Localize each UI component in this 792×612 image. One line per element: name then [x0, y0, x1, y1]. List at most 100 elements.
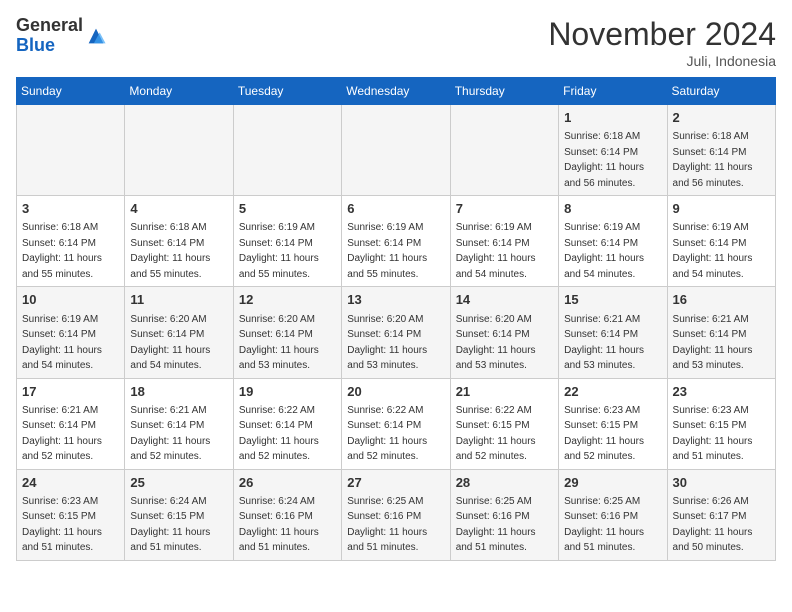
- day-info: Sunrise: 6:20 AM Sunset: 6:14 PM Dayligh…: [456, 314, 536, 372]
- day-info: Sunrise: 6:19 AM Sunset: 6:14 PM Dayligh…: [673, 222, 753, 280]
- calendar-header: SundayMondayTuesdayWednesdayThursdayFrid…: [17, 78, 776, 105]
- day-number: 15: [564, 291, 661, 309]
- day-info: Sunrise: 6:18 AM Sunset: 6:14 PM Dayligh…: [22, 222, 102, 280]
- day-number: 5: [239, 200, 336, 218]
- weekday-header-thursday: Thursday: [450, 78, 558, 105]
- day-number: 4: [130, 200, 227, 218]
- day-info: Sunrise: 6:22 AM Sunset: 6:15 PM Dayligh…: [456, 405, 536, 463]
- week-row-3: 10 Sunrise: 6:19 AM Sunset: 6:14 PM Dayli…: [17, 287, 776, 378]
- day-info: Sunrise: 6:24 AM Sunset: 6:16 PM Dayligh…: [239, 496, 319, 554]
- day-number: 9: [673, 200, 770, 218]
- day-cell-12: 12 Sunrise: 6:20 AM Sunset: 6:14 PM Dayli…: [233, 287, 341, 378]
- day-cell-17: 17Sunrise: 6:21 AM Sunset: 6:14 PM Dayli…: [17, 378, 125, 469]
- day-cell-3: 3 Sunrise: 6:18 AM Sunset: 6:14 PM Daylig…: [17, 196, 125, 287]
- day-number: 11: [130, 291, 227, 309]
- day-number: 22: [564, 383, 661, 401]
- week-row-2: 3 Sunrise: 6:18 AM Sunset: 6:14 PM Daylig…: [17, 196, 776, 287]
- weekday-header-wednesday: Wednesday: [342, 78, 450, 105]
- day-info: Sunrise: 6:19 AM Sunset: 6:14 PM Dayligh…: [22, 314, 102, 372]
- day-cell-2: 2Sunrise: 6:18 AM Sunset: 6:14 PM Daylig…: [667, 105, 775, 196]
- weekday-header-sunday: Sunday: [17, 78, 125, 105]
- day-info: Sunrise: 6:20 AM Sunset: 6:14 PM Dayligh…: [130, 314, 210, 372]
- day-info: Sunrise: 6:19 AM Sunset: 6:14 PM Dayligh…: [347, 222, 427, 280]
- day-number: 8: [564, 200, 661, 218]
- day-cell-1: 1 Sunrise: 6:18 AM Sunset: 6:14 PM Daylig…: [559, 105, 667, 196]
- logo-icon: [85, 25, 107, 47]
- day-number: 24: [22, 474, 119, 492]
- empty-cell: [450, 105, 558, 196]
- day-cell-9: 9 Sunrise: 6:19 AM Sunset: 6:14 PM Daylig…: [667, 196, 775, 287]
- day-info: Sunrise: 6:21 AM Sunset: 6:14 PM Dayligh…: [22, 405, 102, 463]
- day-number: 29: [564, 474, 661, 492]
- weekday-header-monday: Monday: [125, 78, 233, 105]
- calendar-body: 1 Sunrise: 6:18 AM Sunset: 6:14 PM Daylig…: [17, 105, 776, 561]
- day-number: 26: [239, 474, 336, 492]
- weekday-header-tuesday: Tuesday: [233, 78, 341, 105]
- day-number: 10: [22, 291, 119, 309]
- day-number: 3: [22, 200, 119, 218]
- day-number: 18: [130, 383, 227, 401]
- day-cell-13: 13Sunrise: 6:20 AM Sunset: 6:14 PM Dayli…: [342, 287, 450, 378]
- day-cell-14: 14 Sunrise: 6:20 AM Sunset: 6:14 PM Dayli…: [450, 287, 558, 378]
- day-info: Sunrise: 6:19 AM Sunset: 6:14 PM Dayligh…: [239, 222, 319, 280]
- day-info: Sunrise: 6:22 AM Sunset: 6:14 PM Dayligh…: [239, 405, 319, 463]
- day-info: Sunrise: 6:25 AM Sunset: 6:16 PM Dayligh…: [456, 496, 536, 554]
- day-number: 6: [347, 200, 444, 218]
- day-number: 7: [456, 200, 553, 218]
- day-cell-16: 16Sunrise: 6:21 AM Sunset: 6:14 PM Dayli…: [667, 287, 775, 378]
- day-cell-8: 8 Sunrise: 6:19 AM Sunset: 6:14 PM Daylig…: [559, 196, 667, 287]
- title-area: November 2024 Juli, Indonesia: [548, 16, 776, 69]
- day-info: Sunrise: 6:23 AM Sunset: 6:15 PM Dayligh…: [673, 405, 753, 463]
- empty-cell: [17, 105, 125, 196]
- month-title: November 2024: [548, 16, 776, 53]
- day-cell-20: 20Sunrise: 6:22 AM Sunset: 6:14 PM Dayli…: [342, 378, 450, 469]
- day-number: 25: [130, 474, 227, 492]
- day-number: 12: [239, 291, 336, 309]
- day-cell-4: 4 Sunrise: 6:18 AM Sunset: 6:14 PM Daylig…: [125, 196, 233, 287]
- day-info: Sunrise: 6:25 AM Sunset: 6:16 PM Dayligh…: [564, 496, 644, 554]
- day-info: Sunrise: 6:19 AM Sunset: 6:14 PM Dayligh…: [564, 222, 644, 280]
- day-info: Sunrise: 6:25 AM Sunset: 6:16 PM Dayligh…: [347, 496, 427, 554]
- day-info: Sunrise: 6:23 AM Sunset: 6:15 PM Dayligh…: [564, 405, 644, 463]
- empty-cell: [233, 105, 341, 196]
- day-number: 30: [673, 474, 770, 492]
- day-info: Sunrise: 6:18 AM Sunset: 6:14 PM Dayligh…: [564, 131, 644, 189]
- day-cell-27: 27 Sunrise: 6:25 AM Sunset: 6:16 PM Dayli…: [342, 469, 450, 560]
- day-cell-30: 30Sunrise: 6:26 AM Sunset: 6:17 PM Dayli…: [667, 469, 775, 560]
- day-cell-19: 19 Sunrise: 6:22 AM Sunset: 6:14 PM Dayli…: [233, 378, 341, 469]
- day-info: Sunrise: 6:18 AM Sunset: 6:14 PM Dayligh…: [130, 222, 210, 280]
- day-number: 1: [564, 109, 661, 127]
- day-cell-5: 5 Sunrise: 6:19 AM Sunset: 6:14 PM Daylig…: [233, 196, 341, 287]
- day-cell-6: 6 Sunrise: 6:19 AM Sunset: 6:14 PM Daylig…: [342, 196, 450, 287]
- day-number: 14: [456, 291, 553, 309]
- day-number: 13: [347, 291, 444, 309]
- day-number: 27: [347, 474, 444, 492]
- page-header: General Blue November 2024 Juli, Indones…: [16, 16, 776, 69]
- day-number: 21: [456, 383, 553, 401]
- day-info: Sunrise: 6:21 AM Sunset: 6:14 PM Dayligh…: [564, 314, 644, 372]
- day-cell-23: 23Sunrise: 6:23 AM Sunset: 6:15 PM Dayli…: [667, 378, 775, 469]
- week-row-5: 24 Sunrise: 6:23 AM Sunset: 6:15 PM Dayli…: [17, 469, 776, 560]
- day-info: Sunrise: 6:20 AM Sunset: 6:14 PM Dayligh…: [239, 314, 319, 372]
- day-number: 28: [456, 474, 553, 492]
- day-cell-11: 11 Sunrise: 6:20 AM Sunset: 6:14 PM Dayli…: [125, 287, 233, 378]
- logo: General Blue: [16, 16, 107, 56]
- day-info: Sunrise: 6:24 AM Sunset: 6:15 PM Dayligh…: [130, 496, 210, 554]
- day-number: 2: [673, 109, 770, 127]
- day-cell-22: 22 Sunrise: 6:23 AM Sunset: 6:15 PM Dayli…: [559, 378, 667, 469]
- week-row-1: 1 Sunrise: 6:18 AM Sunset: 6:14 PM Daylig…: [17, 105, 776, 196]
- day-cell-10: 10 Sunrise: 6:19 AM Sunset: 6:14 PM Dayli…: [17, 287, 125, 378]
- weekday-row: SundayMondayTuesdayWednesdayThursdayFrid…: [17, 78, 776, 105]
- day-cell-21: 21 Sunrise: 6:22 AM Sunset: 6:15 PM Dayli…: [450, 378, 558, 469]
- day-number: 19: [239, 383, 336, 401]
- day-info: Sunrise: 6:23 AM Sunset: 6:15 PM Dayligh…: [22, 496, 102, 554]
- day-cell-26: 26 Sunrise: 6:24 AM Sunset: 6:16 PM Dayli…: [233, 469, 341, 560]
- day-info: Sunrise: 6:21 AM Sunset: 6:14 PM Dayligh…: [130, 405, 210, 463]
- day-cell-7: 7Sunrise: 6:19 AM Sunset: 6:14 PM Daylig…: [450, 196, 558, 287]
- day-cell-18: 18 Sunrise: 6:21 AM Sunset: 6:14 PM Dayli…: [125, 378, 233, 469]
- day-cell-29: 29 Sunrise: 6:25 AM Sunset: 6:16 PM Dayli…: [559, 469, 667, 560]
- day-cell-24: 24 Sunrise: 6:23 AM Sunset: 6:15 PM Dayli…: [17, 469, 125, 560]
- logo-text: General Blue: [16, 16, 83, 56]
- day-info: Sunrise: 6:22 AM Sunset: 6:14 PM Dayligh…: [347, 405, 427, 463]
- day-cell-28: 28 Sunrise: 6:25 AM Sunset: 6:16 PM Dayli…: [450, 469, 558, 560]
